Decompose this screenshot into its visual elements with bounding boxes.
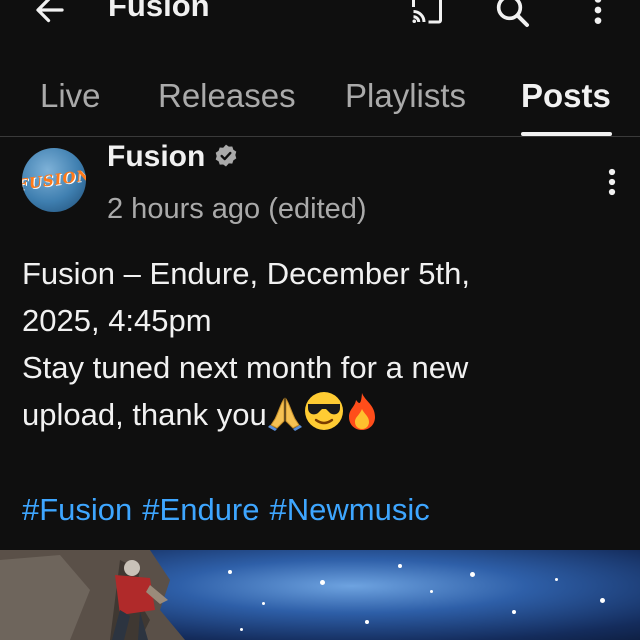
cast-button[interactable]	[403, 0, 451, 30]
sparkle	[430, 590, 433, 593]
post-body-line-with-emoji: upload, thank you	[22, 391, 622, 438]
post-body-line: 2025, 4:45pm	[22, 303, 212, 338]
tab-playlists[interactable]: Playlists	[345, 76, 466, 116]
channel-avatar[interactable]: FUSION	[22, 148, 86, 212]
post-hashtags: #Fusion #Endure #Newmusic	[22, 488, 440, 532]
post-image[interactable]	[0, 550, 640, 640]
cast-icon	[412, 0, 442, 24]
fire-emoji	[348, 393, 375, 430]
hashtag-link[interactable]: #Endure	[142, 492, 259, 527]
search-button[interactable]	[488, 0, 536, 32]
climber-on-rock-artwork	[0, 550, 185, 640]
post-body-line: Stay tuned next month for a new	[22, 350, 469, 385]
back-button[interactable]	[28, 0, 72, 32]
post-action-menu-button[interactable]	[596, 162, 628, 202]
sunglasses-face-emoji	[304, 392, 343, 430]
avatar-logo-text: FUSION	[22, 165, 86, 195]
sparkle	[262, 602, 265, 605]
search-icon	[496, 0, 529, 27]
more-options-button[interactable]	[578, 0, 618, 30]
tab-releases[interactable]: Releases	[158, 76, 296, 116]
sparkle	[228, 570, 232, 574]
sparkle	[398, 564, 402, 568]
hashtag-link[interactable]: #Newmusic	[270, 492, 430, 527]
arrow-left-icon	[36, 0, 64, 23]
top-app-bar: Fusion	[0, 0, 640, 40]
more-vert-icon	[594, 0, 602, 24]
sparkle	[365, 620, 369, 624]
post-body: Fusion – Endure, December 5th, 2025, 4:4…	[22, 250, 622, 438]
post-body-line: Fusion – Endure, December 5th,	[22, 256, 471, 291]
sparkle	[240, 628, 243, 631]
tab-posts[interactable]: Posts	[521, 76, 611, 116]
verified-badge-icon	[215, 144, 237, 167]
post-body-line: upload, thank you	[22, 397, 267, 432]
channel-tabs: Live Releases Playlists Posts	[0, 58, 640, 137]
sparkle	[320, 580, 325, 585]
sparkle	[600, 598, 605, 603]
folded-hands-emoji	[267, 397, 302, 431]
hashtag-link[interactable]: #Fusion	[22, 492, 132, 527]
sparkle	[470, 572, 475, 577]
sparkle	[512, 610, 516, 614]
active-tab-indicator	[521, 132, 612, 136]
channel-title: Fusion	[108, 0, 210, 23]
post-timestamp: 2 hours ago (edited)	[107, 193, 367, 225]
post-channel-name[interactable]: Fusion	[107, 137, 205, 177]
more-vert-icon	[608, 168, 616, 196]
tab-live[interactable]: Live	[40, 76, 101, 116]
sparkle	[555, 578, 558, 581]
